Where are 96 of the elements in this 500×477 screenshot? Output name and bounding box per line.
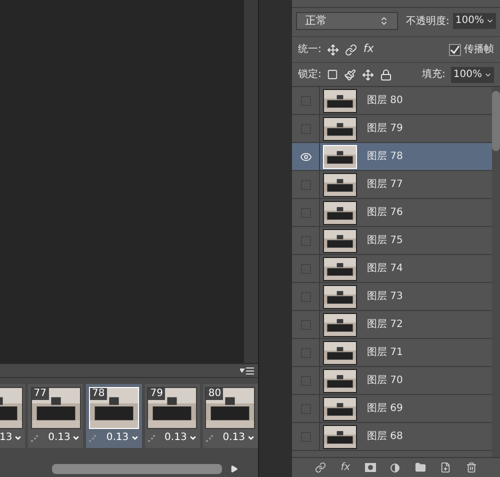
layer-row[interactable]: 图层 76 bbox=[292, 199, 492, 227]
layer-name: 图层 68 bbox=[367, 430, 403, 444]
layer-row[interactable]: 图层 78 bbox=[292, 143, 492, 171]
animation-frame[interactable]: 79 0.13 bbox=[144, 384, 200, 448]
dots-icon bbox=[31, 434, 40, 442]
scrollbar-thumb[interactable] bbox=[492, 91, 500, 151]
layer-name: 图层 78 bbox=[367, 150, 403, 164]
lock-transparency-icon[interactable] bbox=[327, 69, 338, 80]
photo-placeholder bbox=[324, 426, 356, 448]
frame-number: 78 bbox=[90, 388, 107, 400]
layer-name: 图层 75 bbox=[367, 234, 403, 248]
unify-position-icon[interactable] bbox=[327, 44, 340, 56]
photo-placeholder bbox=[324, 370, 356, 392]
photo-placeholder bbox=[324, 286, 356, 308]
layer-name: 图层 71 bbox=[367, 346, 403, 360]
dots-icon bbox=[89, 434, 98, 442]
propagate-label: 传播帧 bbox=[464, 42, 494, 57]
folder-icon[interactable] bbox=[414, 462, 426, 473]
brush-icon[interactable] bbox=[344, 68, 356, 80]
trash-icon[interactable] bbox=[466, 462, 477, 473]
delay-dropdown[interactable]: 0.13 bbox=[222, 432, 256, 444]
caret-icon bbox=[130, 434, 139, 442]
layer-row[interactable]: 图层 69 bbox=[292, 395, 492, 423]
delay-dropdown[interactable]: 0.13 bbox=[164, 432, 197, 444]
propagate-checkbox[interactable] bbox=[449, 44, 461, 56]
photo-placeholder bbox=[324, 314, 356, 336]
layer-row[interactable]: 图层 77 bbox=[292, 171, 492, 199]
photo-placeholder bbox=[324, 258, 356, 280]
caret-icon bbox=[72, 434, 80, 442]
half-circle-icon[interactable] bbox=[390, 462, 400, 472]
scrollbar[interactable] bbox=[244, 0, 258, 363]
link-icon[interactable] bbox=[345, 44, 358, 56]
unify-label: 统一: bbox=[298, 42, 322, 57]
frame-number: 79 bbox=[148, 388, 165, 400]
layer-name: 图层 76 bbox=[367, 206, 403, 220]
photo-placeholder bbox=[324, 202, 356, 224]
frame-number: 80 bbox=[206, 388, 224, 400]
layer-row[interactable]: 图层 71 bbox=[292, 339, 492, 367]
photo-placeholder bbox=[90, 388, 138, 428]
animation-frame[interactable]: 78 0.13 bbox=[86, 384, 142, 448]
fx-icon[interactable]: fx bbox=[363, 41, 374, 58]
layer-row[interactable]: 图层 74 bbox=[292, 255, 492, 283]
layer-row[interactable]: 图层 75 bbox=[292, 227, 492, 255]
layer-name: 图层 72 bbox=[367, 318, 403, 332]
dots-icon bbox=[206, 434, 214, 442]
new-layer-icon[interactable] bbox=[440, 462, 452, 473]
photo-placeholder bbox=[324, 90, 356, 112]
layer-row[interactable]: 图层 80 bbox=[292, 87, 492, 115]
fx-button[interactable]: fx bbox=[340, 460, 350, 475]
photo-placeholder bbox=[324, 118, 356, 140]
animation-frame[interactable]: 80 0.13 bbox=[202, 384, 258, 448]
caret-icon bbox=[379, 16, 390, 26]
layer-name: 图层 79 bbox=[367, 122, 403, 136]
layer-name: 图层 77 bbox=[367, 178, 403, 192]
fill-field[interactable]: 100% bbox=[451, 66, 494, 82]
delay-dropdown[interactable]: 13 bbox=[0, 432, 22, 444]
photo-placeholder bbox=[324, 398, 356, 420]
layer-row[interactable]: 图层 73 bbox=[292, 283, 492, 311]
lock-label: 锁定: bbox=[298, 68, 322, 82]
layer-row[interactable]: 图层 70 bbox=[292, 367, 492, 395]
link-icon[interactable] bbox=[315, 462, 326, 473]
scrollbar-thumb[interactable] bbox=[52, 464, 222, 474]
arrow-right-icon[interactable] bbox=[230, 465, 238, 473]
frame-number: 77 bbox=[32, 388, 49, 400]
caret-icon bbox=[486, 17, 494, 25]
layer-row[interactable]: 图层 72 bbox=[292, 311, 492, 339]
delay-dropdown[interactable]: 0.13 bbox=[106, 432, 139, 444]
fill-label: 填充: bbox=[422, 68, 446, 82]
opacity-label: 不透明度: bbox=[406, 14, 450, 28]
photo-placeholder bbox=[324, 174, 356, 196]
animation-frame[interactable]: 77 0.13 bbox=[28, 384, 84, 448]
layer-name: 图层 70 bbox=[367, 374, 403, 388]
move-icon[interactable] bbox=[362, 68, 374, 80]
mask-icon[interactable] bbox=[364, 463, 376, 472]
caret-icon bbox=[247, 434, 256, 442]
photo-placeholder bbox=[324, 230, 356, 252]
layer-row[interactable]: 图层 68 bbox=[292, 423, 492, 451]
caret-icon bbox=[14, 434, 22, 442]
caret-icon bbox=[188, 434, 197, 442]
photo-placeholder bbox=[148, 388, 196, 428]
blend-mode-select[interactable]: 正常 bbox=[296, 12, 398, 30]
panel-menu-icon[interactable] bbox=[240, 366, 254, 374]
eye-icon[interactable] bbox=[300, 150, 312, 162]
photo-placeholder bbox=[324, 342, 356, 364]
lock-icon[interactable] bbox=[380, 68, 392, 80]
dots-icon bbox=[148, 434, 156, 442]
delay-dropdown[interactable]: 0.13 bbox=[48, 432, 80, 444]
animation-frame[interactable]: 13 bbox=[0, 384, 26, 448]
photo-placeholder bbox=[32, 388, 80, 428]
photo-placeholder bbox=[206, 388, 254, 428]
layer-name: 图层 73 bbox=[367, 290, 403, 304]
layer-name: 图层 80 bbox=[367, 94, 403, 108]
photo-placeholder bbox=[324, 146, 356, 168]
layer-name: 图层 69 bbox=[367, 402, 403, 416]
layer-name: 图层 74 bbox=[367, 262, 403, 276]
opacity-field[interactable]: 100% bbox=[453, 13, 496, 29]
